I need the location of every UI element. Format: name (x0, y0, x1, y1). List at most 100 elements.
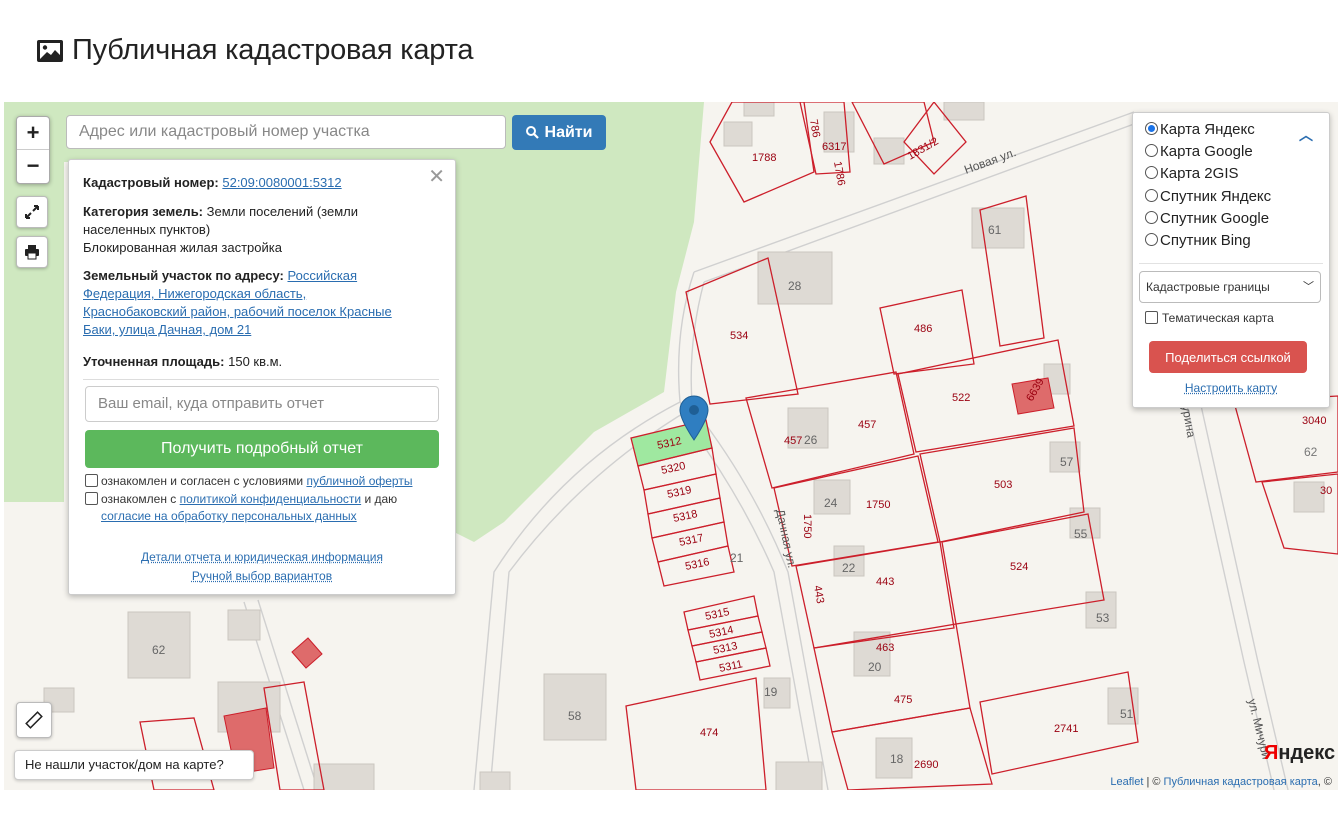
zoom-control: + − (16, 116, 50, 184)
street-label: Новая ул. (962, 145, 1018, 177)
address-label: Земельный участок по адресу: (83, 268, 284, 283)
search-icon (525, 126, 539, 139)
layer-option-google-map[interactable]: Карта Google (1145, 141, 1253, 163)
chevron-up-icon[interactable]: ︿ (1299, 125, 1313, 145)
layer-option-label: Спутник Яндекс (1160, 188, 1272, 205)
thematic-checkbox[interactable] (1145, 311, 1158, 324)
not-found-button[interactable]: Не нашли участок/дом на карте? (14, 750, 254, 780)
print-icon (25, 245, 39, 260)
overlay-select-value: Кадастровые границы (1146, 280, 1270, 294)
parcel-label: 443 (811, 584, 826, 604)
parcel-label: 5319 (666, 484, 692, 501)
category-label: Категория земель: (83, 204, 204, 219)
parcel-label: 30 (1320, 485, 1332, 497)
parcel-label: 534 (730, 330, 748, 342)
privacy-consent-text: ознакомлен с (101, 492, 177, 506)
leaflet-link[interactable]: Leaflet (1110, 776, 1143, 788)
layer-option-2gis-map[interactable]: Карта 2GIS (1145, 163, 1239, 185)
yandex-logo: Яндекс (1264, 742, 1335, 765)
cadastral-map-link[interactable]: Публичная кадастровая карта (1164, 776, 1318, 788)
house-label: 18 (890, 752, 904, 766)
radio[interactable] (1145, 189, 1158, 202)
parcel-label: 457 (784, 435, 802, 447)
layer-option-google-satellite[interactable]: Спутник Google (1145, 208, 1269, 230)
configure-map-link[interactable]: Настроить карту (1133, 381, 1329, 395)
parcel-label: 5316 (684, 556, 710, 573)
radio[interactable] (1145, 233, 1158, 246)
parcel-label: 443 (876, 576, 894, 588)
parcel-label: 503 (994, 479, 1012, 491)
ruler-icon (25, 711, 43, 729)
share-link-button[interactable]: Поделиться ссылкой (1149, 341, 1307, 373)
personal-data-link[interactable]: согласие на обработку персональных данны… (101, 509, 357, 523)
offer-checkbox[interactable] (85, 474, 98, 487)
street-label: урина (1179, 404, 1198, 439)
search-button[interactable]: Найти (512, 115, 606, 150)
parcel-info-popup: ✕ Кадастровый номер: 52:09:0080001:5312 … (68, 159, 456, 595)
thematic-map-toggle[interactable]: Тематическая карта (1145, 311, 1274, 325)
parcel-label: 6317 (822, 141, 846, 153)
fullscreen-button[interactable] (16, 196, 48, 228)
address-link-line4[interactable]: Баки, улица Дачная, дом 21 (83, 322, 251, 337)
privacy-consent[interactable]: ознакомлен с политикой конфиденциальност… (85, 491, 445, 525)
email-input[interactable]: Ваш email, куда отправить отчет (85, 386, 439, 422)
privacy-checkbox[interactable] (85, 492, 98, 505)
search-button-label: Найти (544, 123, 593, 141)
print-button[interactable] (16, 236, 48, 268)
cadastral-number-label: Кадастровый номер: (83, 175, 219, 190)
offer-consent[interactable]: ознакомлен и согласен с условиями публич… (85, 473, 445, 490)
radio[interactable] (1145, 166, 1158, 179)
image-icon (37, 39, 63, 62)
report-details-link[interactable]: Детали отчета и юридическая информация (69, 550, 455, 564)
layer-option-bing-satellite[interactable]: Спутник Bing (1145, 230, 1251, 252)
layer-option-yandex-satellite[interactable]: Спутник Яндекс (1145, 186, 1271, 208)
ruler-button[interactable] (16, 702, 52, 738)
parcel-label: 1831/2 (906, 135, 941, 162)
house-label: 20 (868, 660, 882, 674)
fullscreen-icon (25, 205, 39, 219)
house-label: 21 (730, 551, 744, 565)
manual-selection-link[interactable]: Ручной выбор вариантов (69, 569, 455, 583)
overlay-select[interactable]: Кадастровые границы ﹀ (1139, 271, 1321, 303)
zoom-in-button[interactable]: + (17, 117, 49, 150)
house-label: 55 (1074, 527, 1088, 541)
divider (83, 379, 439, 380)
yandex-logo-rest: ндекс (1278, 742, 1336, 764)
zoom-out-button[interactable]: − (17, 150, 49, 182)
parcel-label: 5320 (660, 460, 686, 477)
layers-panel: ︿ Карта Яндекс Карта Google Карта 2GIS С… (1132, 112, 1330, 408)
category-row: Категория земель: Земли поселений (земли… (83, 203, 433, 257)
offer-link[interactable]: публичной оферты (306, 474, 412, 488)
attribution-sep: | © (1143, 776, 1164, 788)
get-report-button[interactable]: Получить подробный отчет (85, 430, 439, 468)
house-label: 22 (842, 561, 856, 575)
parcel-label: 5318 (672, 508, 698, 525)
parcel-label: 1750 (801, 514, 813, 538)
radio[interactable] (1145, 211, 1158, 224)
parcel-label: 1788 (752, 152, 776, 164)
address-link[interactable]: Российская (287, 268, 357, 283)
layer-option-label: Карта Google (1160, 143, 1253, 160)
map[interactable]: 1788 786 6317 1786 1831/2 534 486 522 66… (4, 102, 1338, 790)
thematic-label: Тематическая карта (1162, 311, 1274, 325)
street-label: Дачная ул. (773, 508, 799, 570)
parcel-label: 522 (952, 392, 970, 404)
address-link-line2[interactable]: Федерация, Нижегородская область, (83, 286, 306, 301)
parcel-label: 3040 (1302, 415, 1326, 427)
privacy-policy-link[interactable]: политикой конфиденциальности (180, 492, 361, 506)
house-label: 24 (824, 496, 838, 510)
yandex-logo-y: Я (1264, 742, 1279, 764)
address-link-line3[interactable]: Краснобаковский район, рабочий поселок К… (83, 304, 392, 319)
search-input[interactable]: Адрес или кадастровый номер участка (66, 115, 506, 149)
parcel-label: 524 (1010, 561, 1028, 573)
area-row: Уточненная площадь: 150 кв.м. (83, 353, 433, 371)
layer-option-yandex-map[interactable]: Карта Яндекс (1145, 119, 1255, 141)
parcel-label: 474 (700, 727, 718, 739)
area-value: 150 кв.м. (228, 354, 283, 369)
radio-selected[interactable] (1145, 122, 1158, 135)
layer-option-label: Спутник Bing (1160, 232, 1251, 249)
cadastral-number-link[interactable]: 52:09:0080001:5312 (222, 175, 341, 190)
parcel-label: 457 (858, 419, 876, 431)
radio[interactable] (1145, 144, 1158, 157)
permitted-use: Блокированная жилая застройка (83, 240, 282, 255)
